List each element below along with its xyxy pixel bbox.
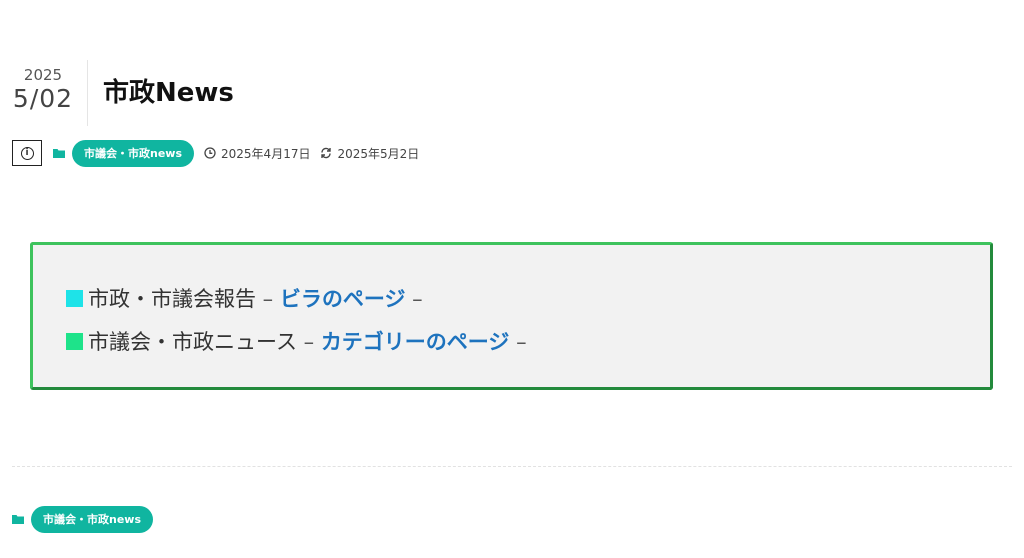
notice-dash: – [256,287,280,311]
info-button[interactable]: i [12,140,42,166]
updated-date: 2025年5月2日 [337,146,420,161]
date-divider [87,60,88,126]
notice-dash: – [296,330,321,354]
notice-dash: – [405,287,423,311]
post-date-year: 2025 [23,66,63,84]
post-date: 2025 5/02 [10,66,76,114]
refresh-icon [321,147,332,159]
post-date-month-day: 5/02 [12,84,74,113]
folder-icon [53,148,65,158]
notice-line-flyers: 市政・市議会報告 – ビラのページ – [66,283,423,313]
page-title: 市政News [103,78,234,108]
category-badge[interactable]: 市議会・市政news [72,139,195,167]
notice-dash: – [509,330,527,354]
flyers-page-link[interactable]: ビラのページ [280,287,406,311]
post-meta: i 市議会・市政news 2025年4月17日 2025年5月2日 [12,139,419,167]
folder-icon [12,514,24,524]
square-bullet-cyan [66,290,83,307]
notice-line-news-text: 市議会・市政ニュース [88,330,297,354]
category-page-link[interactable]: カテゴリーのページ [321,330,510,354]
content-separator [12,466,1012,467]
published-date: 2025年4月17日 [221,146,311,161]
notice-box: 市政・市議会報告 – ビラのページ – 市議会・市政ニュース – カテゴリーのペ… [30,242,993,390]
notice-line-news: 市議会・市政ニュース – カテゴリーのページ – [66,326,527,356]
square-bullet-green [66,333,83,350]
footer-category-badge[interactable]: 市議会・市政news [31,505,154,533]
clock-icon [204,147,216,159]
notice-line-flyers-text: 市政・市議会報告 [88,287,256,311]
post-footer-categories: 市議会・市政news [12,505,154,533]
info-icon: i [20,146,34,160]
